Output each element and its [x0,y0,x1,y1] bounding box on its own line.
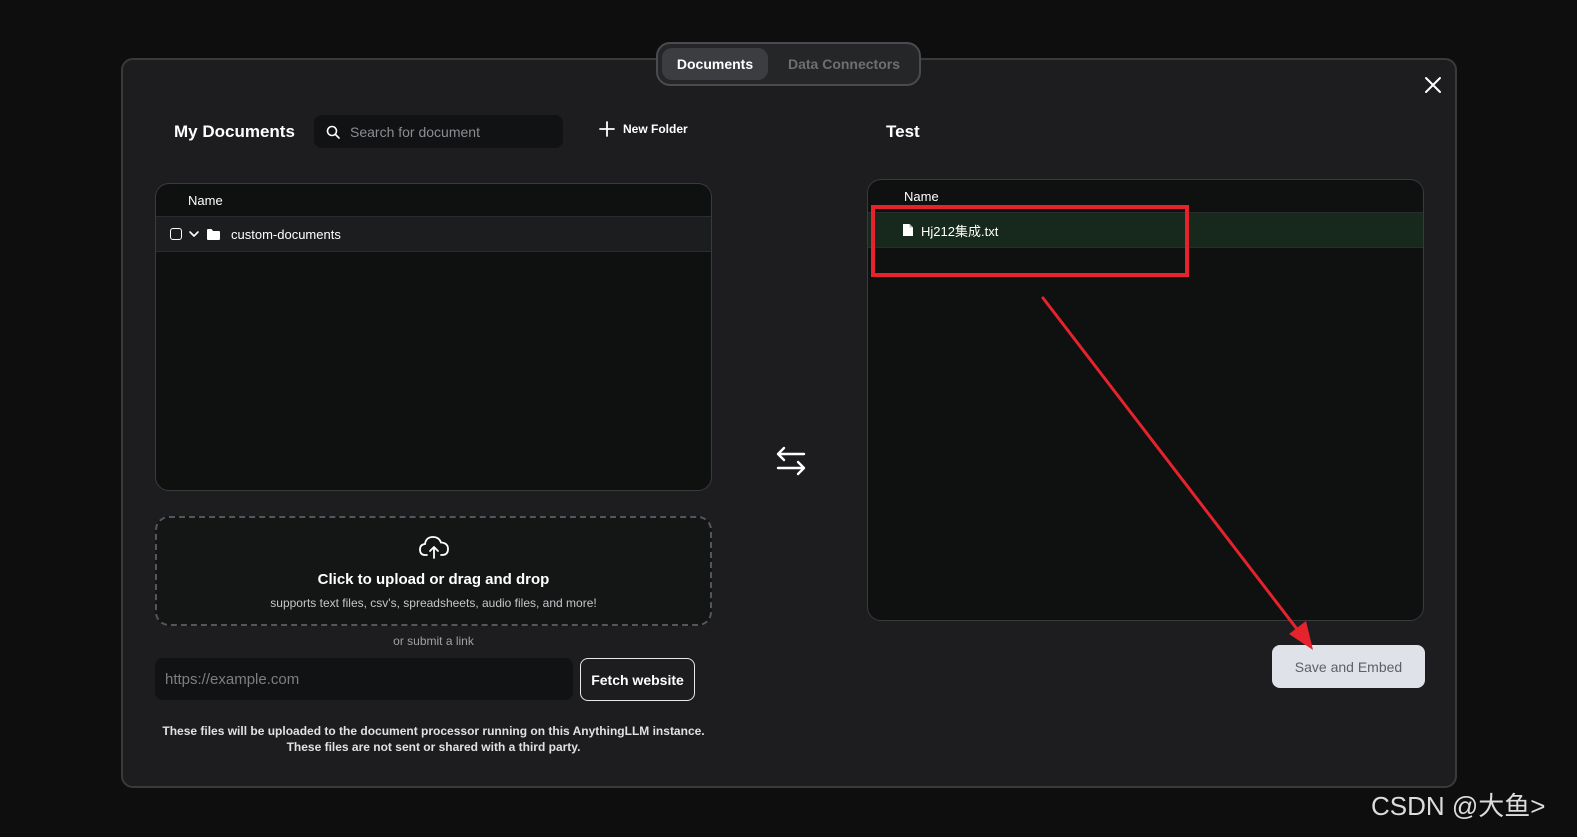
annotation-arrow [1041,296,1313,650]
